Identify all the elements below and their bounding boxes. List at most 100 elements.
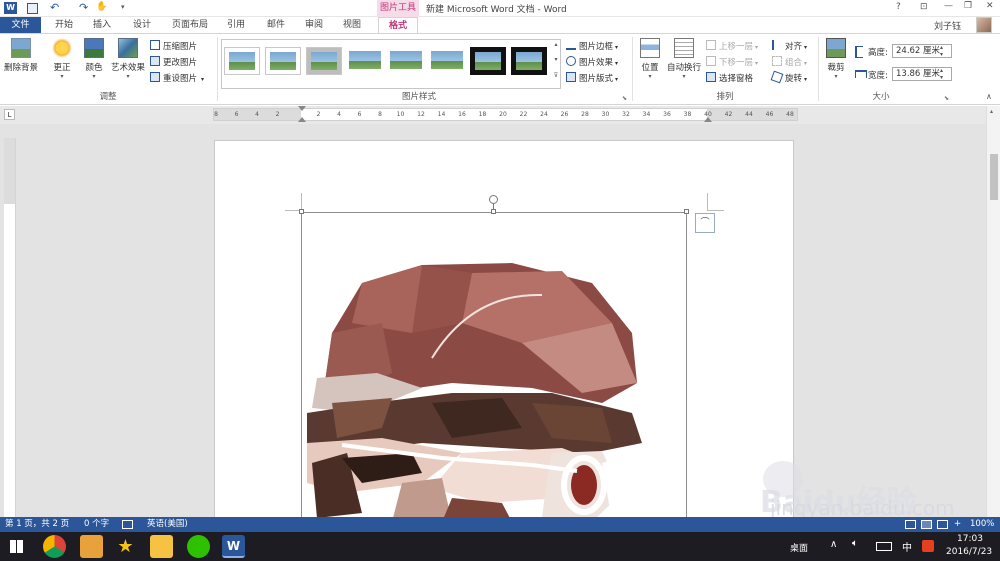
resize-handle-icon[interactable] [299, 209, 304, 214]
word-count[interactable]: 0 个字 [84, 517, 109, 532]
minimize-button[interactable]: — [944, 1, 953, 11]
ime-indicator[interactable]: 中 [902, 539, 912, 554]
vertical-scrollbar[interactable]: ▴ [986, 106, 1000, 517]
close-button[interactable]: ✕ [986, 1, 994, 11]
clock-date[interactable]: 2016/7/23 [946, 547, 992, 557]
style-thumbnail-6[interactable] [429, 47, 465, 75]
show-desktop-label[interactable]: 桌面 [790, 541, 808, 554]
style-thumbnail-2[interactable] [265, 47, 301, 75]
crop-button[interactable]: 裁剪 ▾ [822, 38, 850, 80]
tray-expand-icon[interactable]: ∧ [830, 539, 837, 550]
gallery-scroll-up-icon[interactable]: ▴ [552, 41, 560, 55]
tab-mailings[interactable]: 邮件 [260, 17, 292, 33]
rotate-button[interactable]: 旋转 ▾ [770, 70, 807, 86]
corrections-button[interactable]: 更正 ▾ [48, 38, 76, 80]
height-spinner-icon[interactable]: ▴ ▾ [940, 44, 943, 58]
zoom-level[interactable]: 100% [970, 517, 994, 532]
star-app-icon[interactable]: ★ [114, 535, 137, 558]
tab-format[interactable]: 格式 [378, 17, 418, 33]
reset-picture-button[interactable]: 重设图片 ▾ [150, 72, 204, 86]
tab-view[interactable]: 视图 [336, 17, 368, 33]
windows-start-icon[interactable] [10, 540, 23, 553]
vertical-ruler[interactable] [4, 138, 16, 518]
tab-stop-selector[interactable]: L [4, 109, 15, 120]
page-count[interactable]: 第 1 页，共 2 页 [5, 517, 69, 532]
send-backward-button[interactable]: 下移一层 ▾ [706, 56, 758, 70]
read-mode-icon[interactable] [905, 520, 916, 529]
style-thumbnail-3[interactable] [306, 47, 342, 75]
tab-home[interactable]: 开始 [48, 17, 80, 33]
group-icon [772, 56, 782, 66]
gallery-scroll-down-icon[interactable]: ▾ [552, 56, 560, 70]
picture-layout-button[interactable]: 图片版式 ▾ [566, 72, 618, 86]
tab-page-layout[interactable]: 页面布局 [166, 17, 214, 33]
style-thumbnail-4[interactable] [347, 47, 383, 75]
language-indicator[interactable]: 英语(美国) [147, 517, 188, 532]
scroll-thumb[interactable] [990, 154, 998, 200]
group-button[interactable]: 组合 ▾ [772, 56, 807, 70]
align-button[interactable]: 对齐 ▾ [772, 40, 807, 54]
artistic-effects-button[interactable]: 艺术效果 ▾ [109, 38, 147, 80]
help-button[interactable]: ? [896, 2, 901, 12]
undo-icon[interactable]: ↶ [50, 1, 59, 14]
volume-icon[interactable]: 🔈︎ [852, 538, 858, 549]
style-thumbnail-8[interactable] [511, 47, 547, 75]
save-icon[interactable] [27, 3, 38, 14]
sogou-ime-icon[interactable] [922, 540, 934, 552]
customize-qat-icon[interactable]: ▾ [121, 3, 125, 11]
touch-mode-icon[interactable]: ✋ [96, 2, 107, 12]
scroll-up-icon[interactable]: ▴ [990, 108, 993, 115]
rotate-handle-icon[interactable] [489, 195, 498, 204]
wechat-icon[interactable] [187, 535, 210, 558]
package-app-icon[interactable] [80, 535, 103, 558]
word-taskbar-icon[interactable]: W [222, 535, 245, 558]
wrap-text-button[interactable]: 自动换行 ▾ [666, 38, 702, 80]
indent-marker-icon[interactable] [298, 117, 306, 122]
selected-picture[interactable] [301, 212, 687, 521]
redo-icon[interactable]: ↷ [79, 1, 88, 14]
tab-design[interactable]: 设计 [126, 17, 158, 33]
ribbon-display-button[interactable]: ⊡ [920, 2, 928, 12]
keyboard-icon[interactable] [876, 542, 892, 551]
restore-button[interactable]: ❐ [964, 1, 972, 11]
proofing-icon[interactable] [122, 520, 133, 529]
right-indent-marker-icon[interactable] [704, 117, 712, 122]
resize-handle-icon[interactable] [491, 209, 496, 214]
remove-background-button[interactable]: 删除背景 [3, 38, 39, 73]
horizontal-ruler[interactable]: 8 6 4 2 2 4 6 8 10 12 14 16 18 20 22 24 26 28 30 32 34 36 38 40… [213, 106, 798, 122]
align-icon [772, 40, 782, 50]
collapse-ribbon-icon[interactable]: ∧ [986, 92, 992, 101]
picture-effects-button[interactable]: 图片效果 ▾ [566, 56, 618, 70]
picture-layout-icon [566, 72, 576, 82]
style-thumbnail-1[interactable] [224, 47, 260, 75]
resize-handle-icon[interactable] [684, 209, 689, 214]
style-thumbnail-5[interactable] [388, 47, 424, 75]
user-avatar[interactable] [976, 17, 992, 33]
web-layout-icon[interactable] [937, 520, 948, 529]
layout-options-icon[interactable]: ⌒ [695, 213, 715, 233]
style-thumbnail-7[interactable] [470, 47, 506, 75]
document-page[interactable]: ⌒ Baidu经验 [214, 140, 916, 521]
dialog-launcher-icon[interactable]: ⬊ [944, 95, 949, 102]
indent-marker-icon[interactable] [298, 106, 306, 111]
print-layout-icon[interactable] [921, 520, 932, 529]
position-button[interactable]: 位置 ▾ [636, 38, 664, 80]
dialog-launcher-icon[interactable]: ⬊ [622, 95, 627, 102]
user-name[interactable]: 刘子钰 [934, 19, 961, 32]
chrome-icon[interactable] [43, 535, 66, 558]
gallery-more-icon[interactable]: ⊽ [552, 72, 560, 86]
picture-border-button[interactable]: 图片边框 ▾ [566, 40, 618, 54]
file-explorer-icon[interactable] [150, 535, 173, 558]
change-picture-button[interactable]: 更改图片 [150, 56, 197, 70]
color-button[interactable]: 颜色 ▾ [80, 38, 108, 80]
width-spinner-icon[interactable]: ▴ ▾ [940, 67, 943, 81]
zoom-in-icon[interactable]: + [954, 517, 961, 532]
tab-insert[interactable]: 插入 [86, 17, 118, 33]
compress-pictures-button[interactable]: 压缩图片 [150, 40, 197, 54]
tab-file[interactable]: 文件 [0, 17, 41, 33]
selection-pane-button[interactable]: 选择窗格 [706, 72, 753, 86]
tab-review[interactable]: 审阅 [298, 17, 330, 33]
bring-forward-button[interactable]: 上移一层 ▾ [706, 40, 758, 54]
tab-references[interactable]: 引用 [220, 17, 252, 33]
clock-time[interactable]: 17:03 [957, 534, 983, 544]
